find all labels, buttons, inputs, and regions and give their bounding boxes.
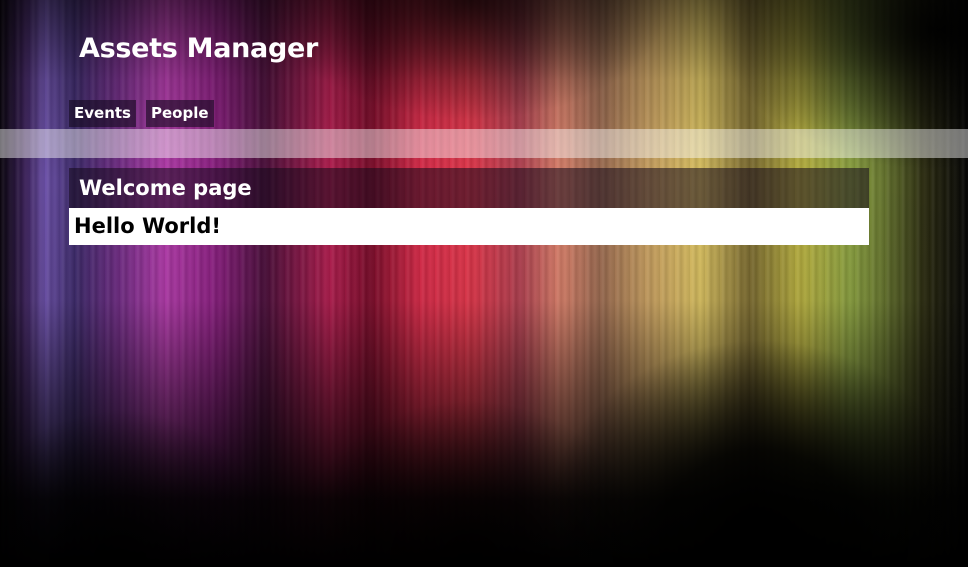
background-vignette [0, 0, 968, 567]
nav-item-events[interactable]: Events [69, 100, 136, 127]
header-band [0, 129, 968, 158]
site-title: Assets Manager [79, 33, 319, 64]
panel-heading: Welcome page [69, 168, 869, 208]
welcome-panel: Welcome page Hello World! [69, 168, 869, 245]
nav-item-people[interactable]: People [145, 100, 214, 127]
main-nav: Events People [69, 100, 214, 127]
panel-body-text: Hello World! [69, 208, 869, 245]
